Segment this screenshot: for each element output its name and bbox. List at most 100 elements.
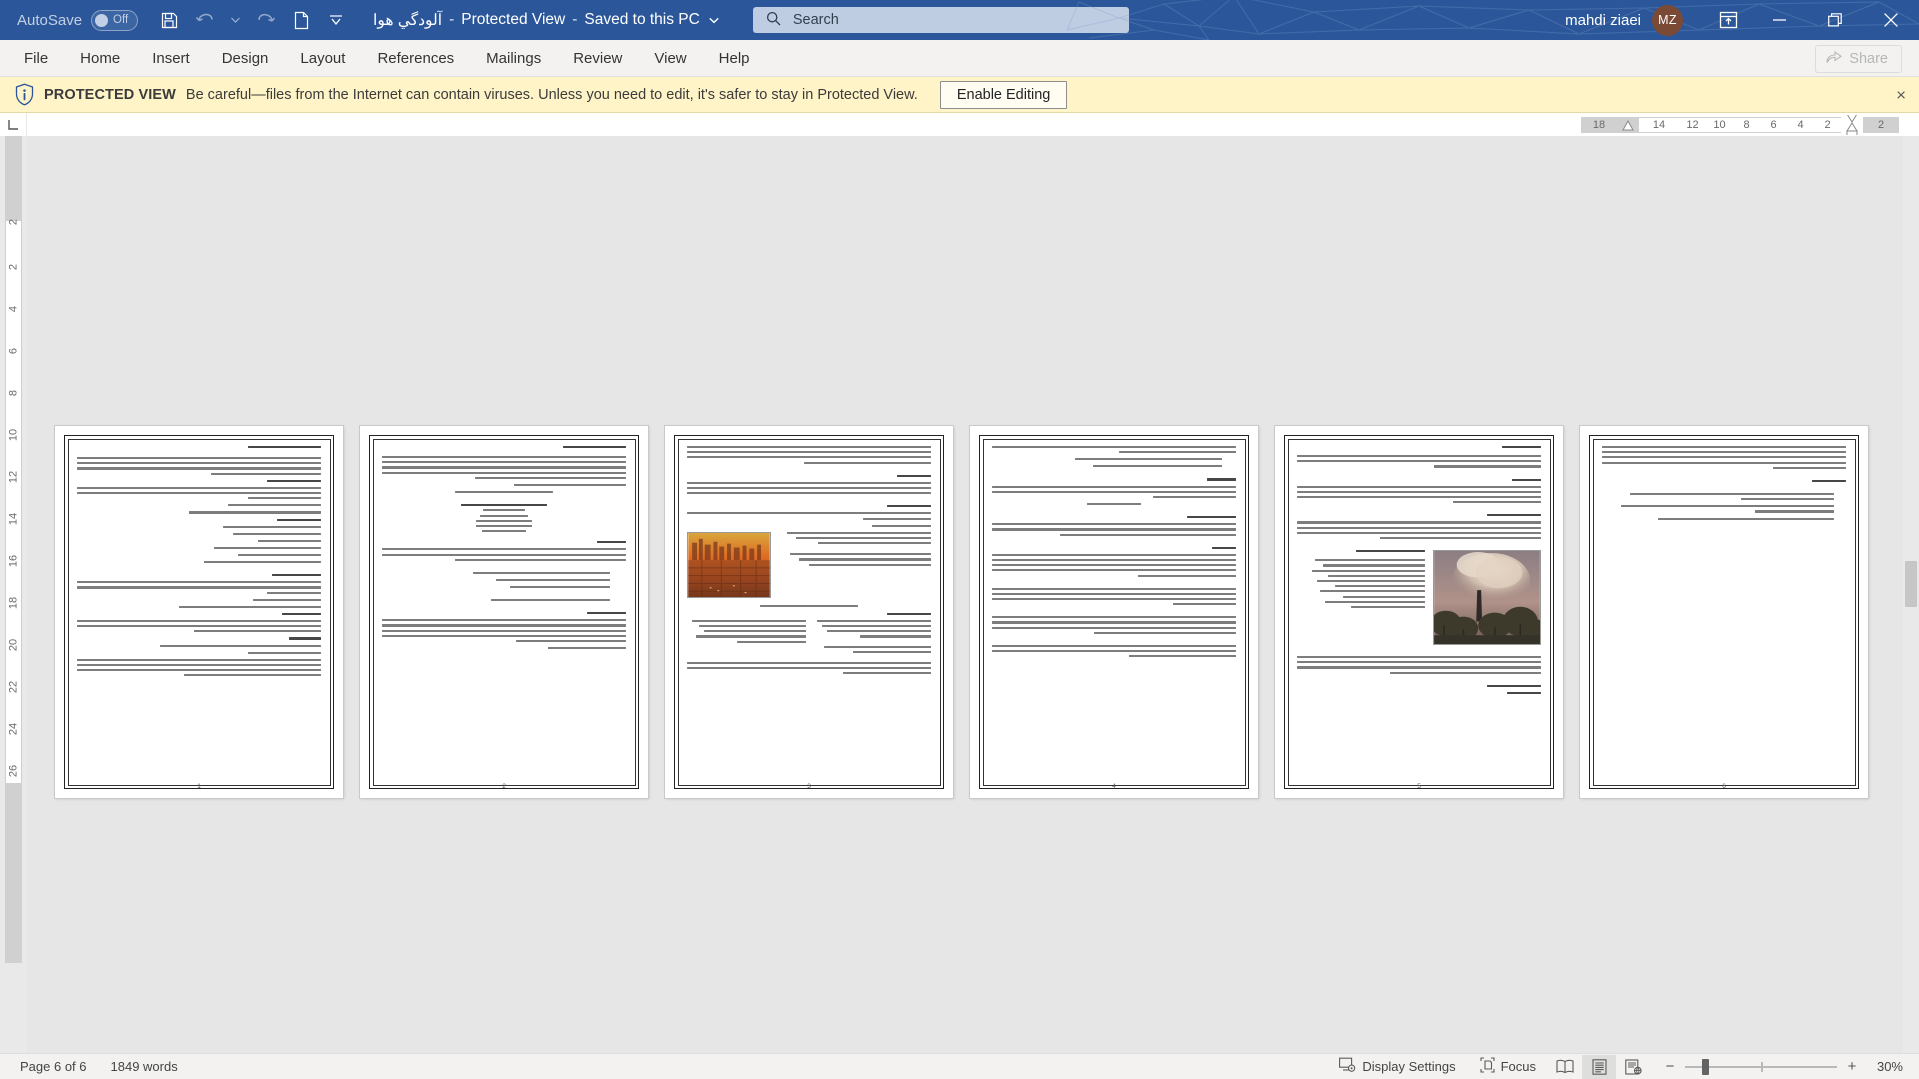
vruler-tick-22: 22 <box>7 680 20 694</box>
autosave-toggle-knob <box>95 13 109 27</box>
tab-view[interactable]: View <box>638 40 702 77</box>
view-read-mode-button[interactable] <box>1548 1055 1582 1079</box>
share-label: Share <box>1849 50 1888 67</box>
tab-mailings[interactable]: Mailings <box>470 40 557 77</box>
vruler-tick-24: 24 <box>7 722 20 736</box>
page-number: 3 <box>807 783 811 790</box>
page-indicator[interactable]: Page 6 of 6 <box>8 1059 99 1074</box>
search-input[interactable]: Search <box>752 7 1129 33</box>
document-page[interactable]: 1 <box>55 426 343 798</box>
document-canvas[interactable]: 1 2 3 4 5 6 <box>27 136 1919 1053</box>
ruler-tick-18: 18 <box>1592 119 1606 131</box>
document-page[interactable]: 4 <box>970 426 1258 798</box>
undo-dropdown-chevron-icon[interactable] <box>224 5 246 35</box>
ruler-tick-6: 6 <box>1770 119 1777 131</box>
column-right <box>687 619 806 656</box>
autosave-control[interactable]: AutoSave Off <box>17 9 139 31</box>
page-content <box>382 446 626 774</box>
vertical-ruler[interactable]: 2 2 4 6 8 10 12 14 16 18 20 22 24 26 <box>0 136 27 1053</box>
display-settings-button[interactable]: Display Settings <box>1327 1057 1467 1076</box>
tab-layout[interactable]: Layout <box>284 40 361 77</box>
document-page[interactable]: 5 <box>1275 426 1563 798</box>
vertical-scrollbar-thumb[interactable] <box>1905 561 1917 607</box>
save-icon[interactable] <box>154 5 185 35</box>
ruler-tick-group-4: 4 <box>1787 117 1814 133</box>
page-number: 4 <box>1112 783 1116 790</box>
redo-icon[interactable] <box>250 5 281 35</box>
vruler-tick-10: 10 <box>7 428 20 442</box>
paragraph <box>77 457 321 475</box>
vruler-tick-6: 6 <box>7 347 20 355</box>
close-icon[interactable]: × <box>1896 86 1906 103</box>
protected-view-bar: PROTECTED VIEW Be careful—files from the… <box>0 77 1919 113</box>
minimize-button[interactable] <box>1751 0 1807 40</box>
protected-view-title: PROTECTED VIEW <box>44 86 176 103</box>
zoom-slider-midpoint <box>1761 1061 1763 1072</box>
search-icon <box>766 11 781 29</box>
title-separator-1: - <box>449 11 455 28</box>
shield-icon <box>13 83 35 107</box>
document-page[interactable]: 2 <box>360 426 648 798</box>
autosave-toggle[interactable]: Off <box>91 9 139 31</box>
vruler-tick-20: 20 <box>7 638 20 652</box>
avatar[interactable]: MZ <box>1652 4 1683 36</box>
horizontal-ruler[interactable]: 18 14 12 10 8 6 4 2 2 <box>27 113 1919 136</box>
ribbon-tab-strip: File Home Insert Design Layout Reference… <box>0 40 1919 77</box>
ribbon-tabs: File Home Insert Design Layout Reference… <box>0 40 766 77</box>
tab-insert[interactable]: Insert <box>136 40 206 77</box>
tab-design[interactable]: Design <box>206 40 285 77</box>
view-print-layout-button[interactable] <box>1582 1054 1616 1079</box>
ruler-tick-group-14: 14 <box>1639 117 1679 133</box>
title-bar: AutoSave Off آلودگي هوا - Protected View… <box>0 0 1919 40</box>
word-count[interactable]: 1849 words <box>99 1059 190 1074</box>
zoom-slider[interactable] <box>1685 1054 1837 1079</box>
tab-home[interactable]: Home <box>64 40 136 77</box>
vruler-tick-26: 26 <box>7 764 20 778</box>
page-content <box>1297 446 1541 774</box>
zoom-slider-handle[interactable] <box>1702 1058 1709 1075</box>
two-column-block <box>687 619 931 656</box>
horizontal-ruler-scale: 18 14 12 10 8 6 4 2 2 <box>1581 115 1916 135</box>
tab-review[interactable]: Review <box>557 40 638 77</box>
vertical-scrollbar[interactable] <box>1903 136 1919 1053</box>
page-content <box>77 446 321 774</box>
customize-quick-access-toolbar-chevron-icon[interactable] <box>320 5 351 35</box>
view-web-layout-button[interactable] <box>1616 1055 1650 1079</box>
document-page[interactable]: 3 <box>665 426 953 798</box>
focus-button[interactable]: Focus <box>1468 1057 1548 1076</box>
account-name: mahdi ziaei <box>1565 11 1641 29</box>
display-settings-icon <box>1339 1057 1356 1076</box>
ruler-tick-2: 2 <box>1824 119 1831 131</box>
share-button[interactable]: Share <box>1815 44 1902 73</box>
enable-editing-button[interactable]: Enable Editing <box>939 80 1068 109</box>
restore-button[interactable] <box>1807 0 1863 40</box>
paragraph <box>77 486 321 500</box>
tab-help[interactable]: Help <box>703 40 766 77</box>
zoom-level-label[interactable]: 30% <box>1867 1059 1911 1074</box>
vruler-tick-2: 2 <box>7 263 20 271</box>
tab-references[interactable]: References <box>361 40 470 77</box>
column-left <box>813 619 931 656</box>
tab-file[interactable]: File <box>8 40 64 77</box>
saved-location-chevron-down-icon[interactable] <box>709 11 719 29</box>
factory-smokestack-photo <box>1430 550 1541 650</box>
left-indent-marker[interactable] <box>1617 117 1639 133</box>
ribbon-display-options-icon[interactable] <box>1705 0 1751 40</box>
image-with-text-row <box>1297 550 1541 650</box>
ruler-tick-12: 12 <box>1686 119 1699 131</box>
right-indent-marker[interactable] <box>1841 115 1863 135</box>
document-page[interactable]: 6 <box>1580 426 1868 798</box>
undo-icon[interactable] <box>189 5 220 35</box>
focus-label: Focus <box>1500 1059 1536 1074</box>
status-bar: Page 6 of 6 1849 words Display Settings … <box>0 1053 1919 1079</box>
document-title-area[interactable]: آلودگي هوا - Protected View - Saved to t… <box>373 11 719 30</box>
zoom-in-button[interactable]: + <box>1846 1058 1858 1075</box>
new-document-icon[interactable] <box>285 5 316 35</box>
page-content <box>687 446 931 774</box>
tab-stop-icon[interactable] <box>0 113 27 136</box>
search-placeholder: Search <box>792 12 839 28</box>
close-button[interactable] <box>1863 0 1919 40</box>
zoom-out-button[interactable]: − <box>1664 1058 1676 1075</box>
share-area: Share <box>1815 40 1919 77</box>
protected-view-status: Protected View <box>461 11 566 28</box>
